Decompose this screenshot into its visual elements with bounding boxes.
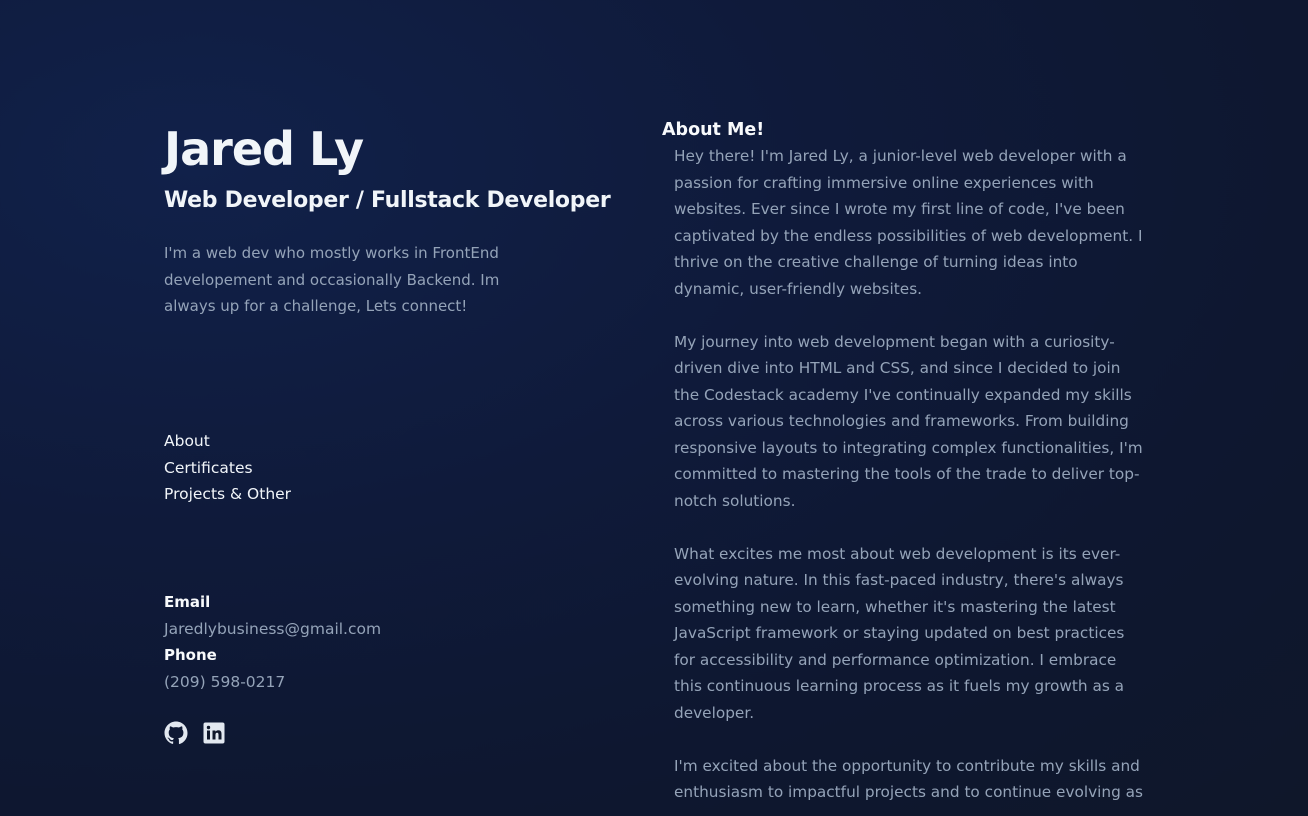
about-paragraph: I'm excited about the opportunity to con… (674, 756, 1144, 802)
phone-value: (209) 598-0217 (164, 672, 286, 691)
about-body: Hey there! I'm Jared Ly, a junior-level … (674, 143, 1148, 806)
profile-header: Jared Ly Web Developer / Fullstack Devel… (164, 118, 634, 320)
profile-name: Jared Ly (164, 122, 364, 176)
about-paragraph: What excites me most about web developme… (674, 544, 1125, 722)
nav-link-projects[interactable]: Projects & Other (164, 481, 291, 508)
section-nav: About Certificates Projects & Other (164, 428, 291, 508)
nav-link-certificates[interactable]: Certificates (164, 455, 291, 482)
github-icon[interactable] (164, 721, 188, 745)
email-value: Jaredlybusiness@gmail.com (164, 619, 382, 638)
about-paragraph: My journey into web development began wi… (674, 332, 1143, 510)
profile-role: Web Developer / Fullstack Developer (164, 188, 611, 213)
social-links (164, 721, 226, 745)
phone-label: Phone (164, 646, 217, 664)
contact-info: Email Jaredlybusiness@gmail.com Phone (2… (164, 589, 381, 695)
about-paragraph: Hey there! I'm Jared Ly, a junior-level … (674, 147, 1143, 298)
email-label: Email (164, 593, 211, 611)
about-title: About Me! (662, 120, 765, 140)
nav-link-about[interactable]: About (164, 428, 291, 455)
profile-tagline: I'm a web dev who mostly works in FrontE… (164, 244, 500, 315)
about-section: About Me! Hey there! I'm Jared Ly, a jun… (662, 117, 1143, 816)
linkedin-icon[interactable] (202, 721, 226, 745)
